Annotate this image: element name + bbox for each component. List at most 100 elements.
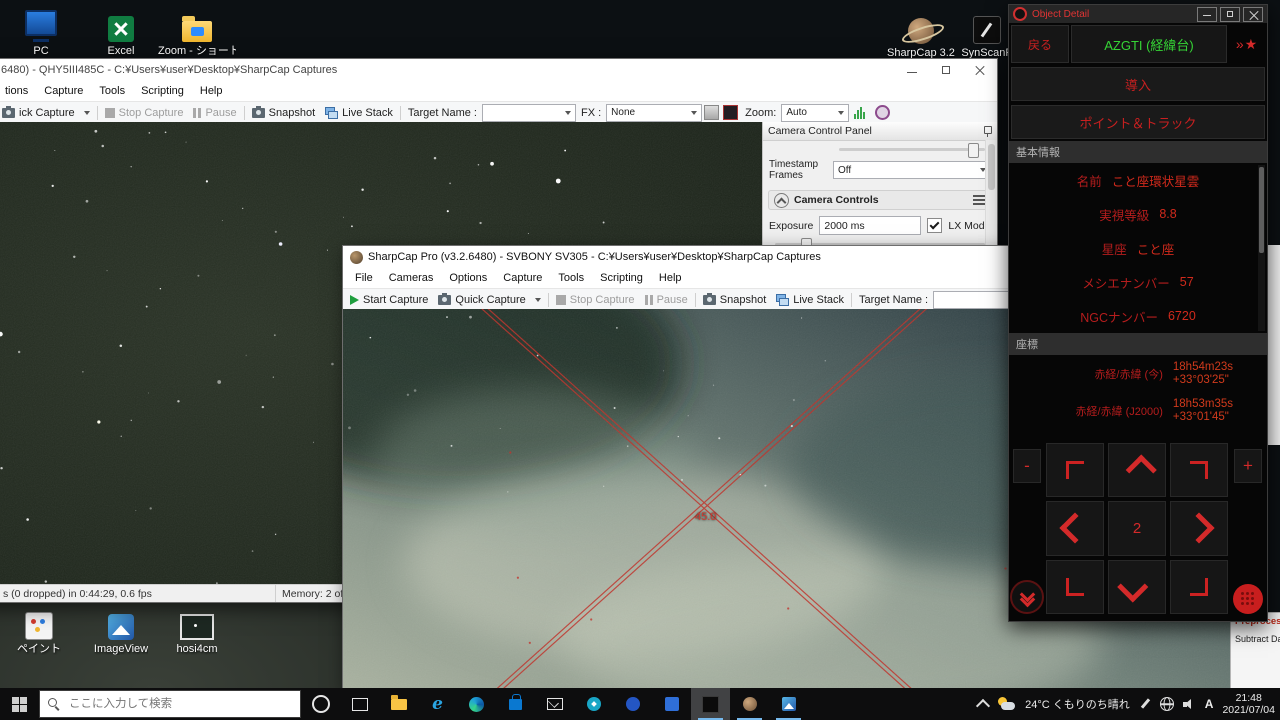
- dpad-corner-topright-button[interactable]: [1170, 443, 1228, 498]
- image-viewer-icon: [781, 697, 796, 711]
- menu-scripting[interactable]: Scripting: [133, 81, 192, 101]
- ra-value: 18h54m23s: [1172, 360, 1233, 373]
- menu-capture[interactable]: Capture: [36, 81, 91, 101]
- photo-icon: [180, 604, 214, 640]
- minimize-button[interactable]: [895, 59, 929, 81]
- cortana-button[interactable]: [301, 688, 340, 720]
- object-detail-titlebar[interactable]: Object Detail: [1009, 5, 1267, 23]
- dpad-corner-bottomleft-button[interactable]: [1046, 559, 1104, 614]
- rate-minus-button[interactable]: -: [1013, 449, 1041, 483]
- window-titlebar[interactable]: 6480) - QHY5III485C - C:¥Users¥user¥Desk…: [0, 59, 997, 81]
- camera-controls-header[interactable]: Camera Controls: [768, 190, 992, 210]
- goto-button[interactable]: 導入: [1011, 67, 1265, 101]
- desktop-icon-imageview[interactable]: ImageView: [82, 604, 160, 655]
- snapshot-button[interactable]: Snapshot: [698, 292, 771, 306]
- menu-cameras[interactable]: Cameras: [381, 268, 442, 288]
- zoom-combo[interactable]: Auto: [781, 103, 850, 122]
- fx-combo[interactable]: None: [606, 103, 703, 122]
- ime-indicator[interactable]: A: [1205, 697, 1214, 711]
- taskbar-app-circle[interactable]: [613, 688, 652, 720]
- histogram-button[interactable]: [849, 106, 870, 119]
- lx-mode-checkbox[interactable]: [927, 218, 943, 233]
- point-and-track-button[interactable]: ポイント＆トラック: [1011, 105, 1265, 139]
- dpad-corner-bottomright-button[interactable]: [1170, 559, 1228, 614]
- more-options-button[interactable]: [1233, 583, 1263, 614]
- subtract-dark-option[interactable]: Subtract Dark: [1235, 634, 1280, 644]
- snapshot-button[interactable]: Snapshot: [247, 105, 320, 119]
- menu-scripting[interactable]: Scripting: [592, 268, 651, 288]
- panel-slider[interactable]: [839, 143, 985, 158]
- slew-down-button[interactable]: [1108, 559, 1166, 614]
- stop-capture-button[interactable]: Stop Capture: [551, 294, 640, 306]
- rate-plus-button[interactable]: +: [1234, 449, 1262, 483]
- menu-capture[interactable]: Capture: [495, 268, 550, 288]
- menu-options[interactable]: Options: [441, 268, 495, 288]
- desktop-icon-pc[interactable]: PC: [2, 6, 80, 57]
- taskbar-edge[interactable]: [457, 688, 496, 720]
- list-scrollbar[interactable]: [1258, 165, 1265, 331]
- pin-icon[interactable]: [982, 125, 992, 137]
- pause-button[interactable]: Pause: [188, 107, 241, 119]
- maximize-button[interactable]: [929, 59, 963, 81]
- start-capture-button[interactable]: Start Capture: [345, 294, 433, 306]
- live-stack-button[interactable]: Live Stack: [771, 293, 849, 306]
- menu-options[interactable]: tions: [0, 81, 36, 101]
- taskbar-file-explorer[interactable]: [379, 688, 418, 720]
- close-button[interactable]: [1243, 6, 1263, 22]
- collapse-icon[interactable]: [774, 192, 789, 208]
- reticule-button[interactable]: [870, 105, 895, 120]
- taskbar-app-tile[interactable]: [652, 688, 691, 720]
- network-icon[interactable]: [1159, 697, 1174, 711]
- stop-capture-button[interactable]: Stop Capture: [100, 107, 189, 119]
- taskbar-search[interactable]: [39, 690, 301, 718]
- ra-value: 18h53m35s: [1172, 397, 1233, 410]
- target-name-label: Target Name :: [407, 106, 477, 119]
- taskbar-store[interactable]: [496, 688, 535, 720]
- slew-right-button[interactable]: [1170, 501, 1228, 556]
- pause-button[interactable]: Pause: [640, 294, 693, 306]
- tray-overflow-icon[interactable]: [976, 698, 991, 714]
- live-stack-button[interactable]: Live Stack: [320, 106, 398, 119]
- minimize-button[interactable]: [1197, 6, 1217, 22]
- display-colour-button[interactable]: [723, 105, 739, 120]
- slew-up-button[interactable]: [1108, 443, 1166, 498]
- menu-help[interactable]: Help: [192, 81, 231, 101]
- display-stretch-button[interactable]: [704, 105, 720, 120]
- weather-text[interactable]: 24°C くもりのち晴れ: [1025, 696, 1130, 712]
- task-view-button[interactable]: [340, 688, 379, 720]
- close-button[interactable]: [963, 59, 997, 81]
- pen-icon[interactable]: [1139, 698, 1151, 711]
- search-input[interactable]: [67, 697, 292, 711]
- back-button[interactable]: 戻る: [1011, 25, 1069, 63]
- desktop-icon-hosi4cm[interactable]: hosi4cm: [158, 604, 236, 655]
- store-bag-icon: [509, 693, 522, 710]
- menu-help[interactable]: Help: [651, 268, 690, 288]
- exposure-input[interactable]: 2000 ms: [819, 216, 922, 235]
- menu-file[interactable]: File: [347, 268, 381, 288]
- slew-left-button[interactable]: [1046, 501, 1104, 556]
- connection-star-icons[interactable]: »★: [1229, 25, 1265, 63]
- desktop-icon-paint[interactable]: ペイント: [0, 604, 78, 655]
- menu-tools[interactable]: Tools: [550, 268, 592, 288]
- volume-icon[interactable]: [1182, 698, 1196, 710]
- taskbar-edge-legacy[interactable]: [418, 688, 457, 720]
- quick-capture-button[interactable]: Quick Capture: [433, 292, 545, 306]
- window-title: 6480) - QHY5III485C - C:¥Users¥user¥Desk…: [1, 64, 338, 76]
- taskbar-clock[interactable]: 21:48 2021/07/04: [1222, 692, 1275, 716]
- taskbar-sharpcap32[interactable]: [730, 688, 769, 720]
- dpad-corner-topleft-button[interactable]: [1046, 443, 1104, 498]
- quick-capture-button[interactable]: ick Capture: [0, 105, 95, 119]
- desktop-icon-excel[interactable]: Excel: [82, 6, 160, 57]
- desktop-icon-zoom[interactable]: Zoom - ショートカッ: [158, 6, 236, 57]
- collapse-pad-button[interactable]: [1010, 579, 1044, 614]
- menu-tools[interactable]: Tools: [91, 81, 133, 101]
- start-button[interactable]: [0, 688, 39, 720]
- taskbar-mail[interactable]: [535, 688, 574, 720]
- excel-icon: [108, 6, 134, 42]
- taskbar-imageview[interactable]: [769, 688, 808, 720]
- taskbar-maps[interactable]: [574, 688, 613, 720]
- taskbar-sharpcap[interactable]: [691, 688, 730, 720]
- timestamp-frames-select[interactable]: Off: [833, 161, 991, 179]
- maximize-button[interactable]: [1220, 6, 1240, 22]
- target-name-combo[interactable]: [482, 103, 576, 122]
